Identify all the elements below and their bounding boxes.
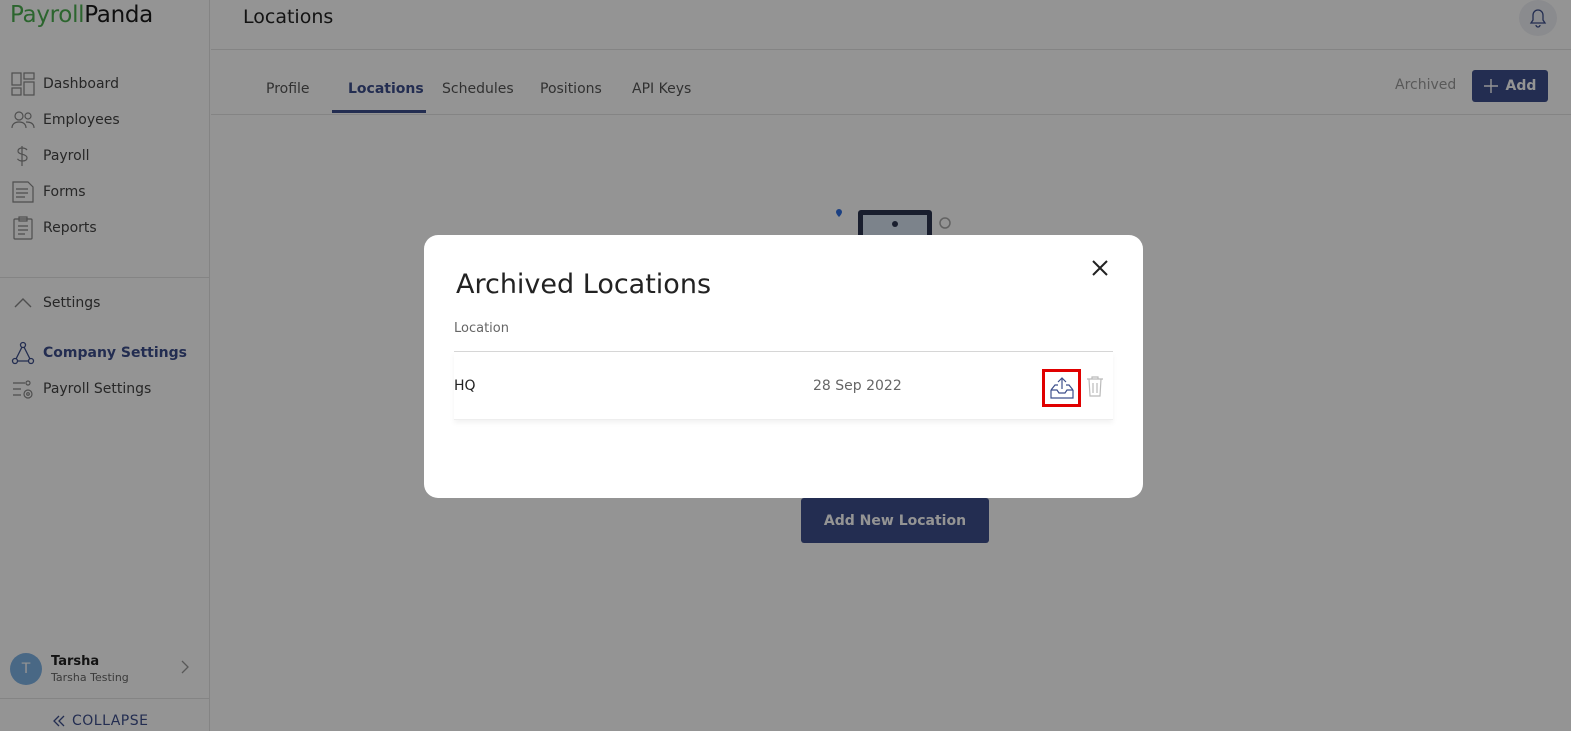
archived-locations-modal: Archived Locations Location HQ 28 Sep 20… <box>424 235 1143 498</box>
delete-button[interactable] <box>1084 373 1106 399</box>
unarchive-button[interactable] <box>1042 369 1081 407</box>
column-header-location: Location <box>454 321 509 336</box>
close-button[interactable] <box>1089 257 1111 279</box>
unarchive-icon <box>1049 377 1074 399</box>
trash-icon <box>1086 375 1104 397</box>
archived-date: 28 Sep 2022 <box>813 378 902 394</box>
location-name: HQ <box>454 378 476 394</box>
modal-title: Archived Locations <box>456 269 712 300</box>
close-icon <box>1089 257 1111 279</box>
table-row: HQ 28 Sep 2022 <box>454 352 1113 420</box>
